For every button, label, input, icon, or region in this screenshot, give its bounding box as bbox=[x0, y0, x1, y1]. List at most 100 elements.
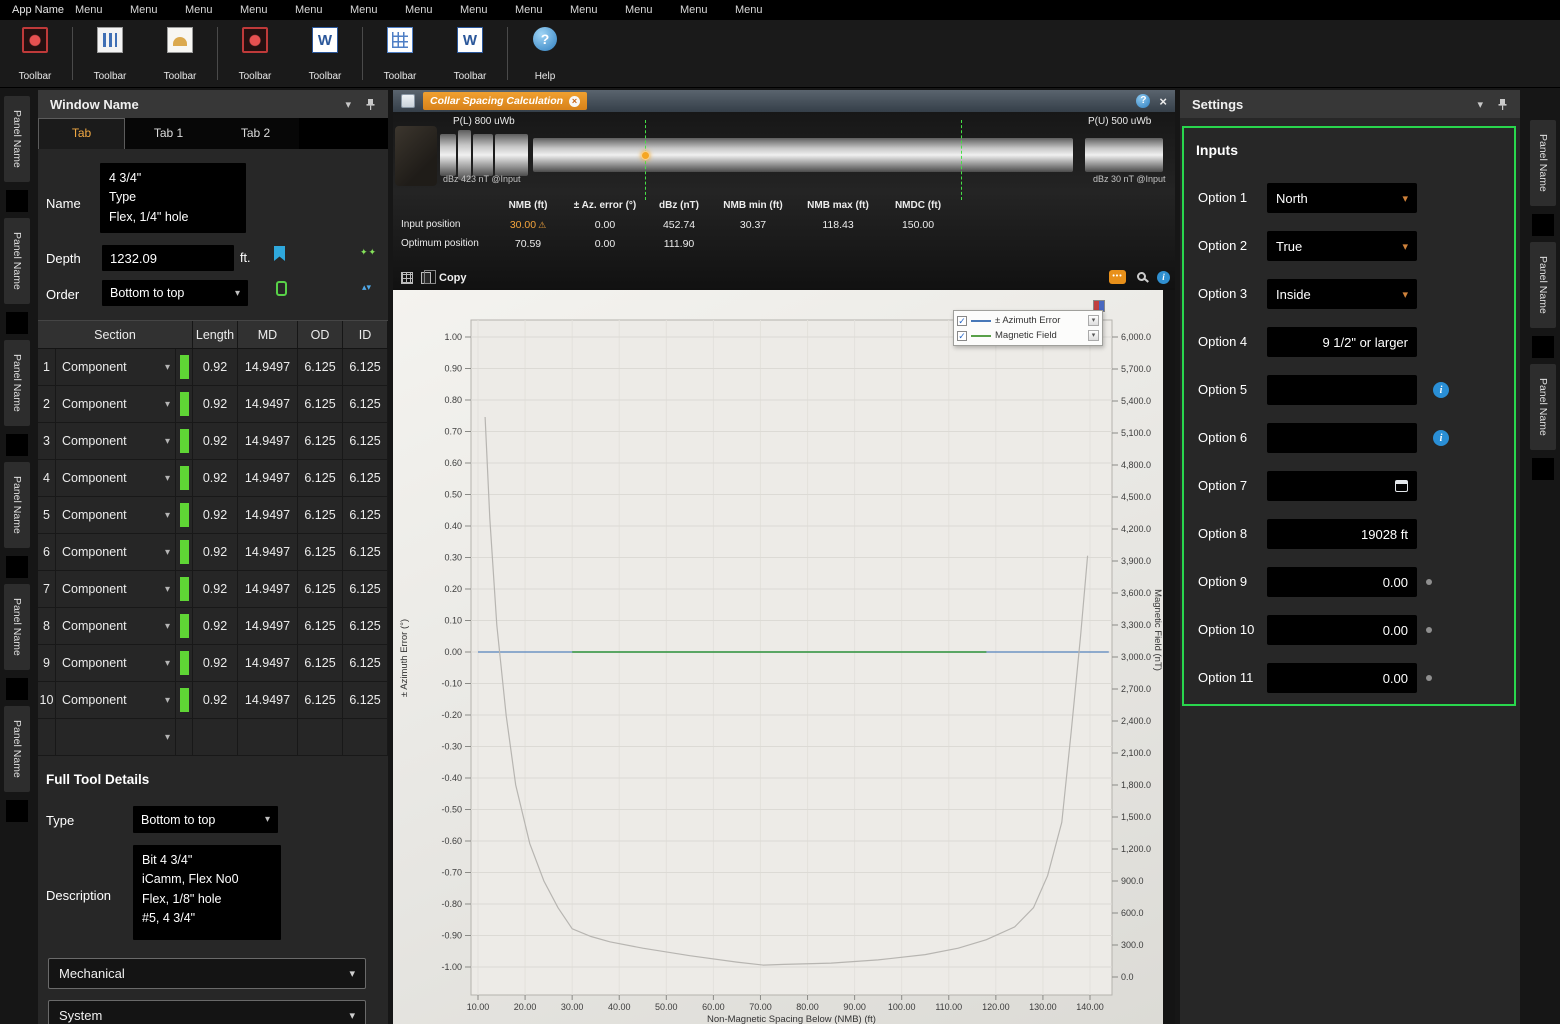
name-field[interactable]: 4 3/4" Type Flex, 1/4" hole bbox=[100, 163, 246, 233]
panel-tab-box[interactable] bbox=[1532, 458, 1554, 480]
section-dropdown[interactable]: Component ▾ bbox=[56, 460, 176, 496]
copy-button[interactable]: Copy bbox=[439, 272, 467, 284]
panel-tab-box[interactable] bbox=[1532, 214, 1554, 236]
type-dropdown[interactable]: Bottom to top ▾ bbox=[133, 806, 278, 833]
info-icon[interactable]: i bbox=[1157, 271, 1170, 284]
close-icon[interactable]: × bbox=[1159, 94, 1167, 109]
section-dropdown[interactable]: Component ▾ bbox=[56, 682, 176, 718]
section-dropdown[interactable]: ▾ bbox=[56, 719, 176, 755]
toolbar-button-app-red[interactable]: Toolbar bbox=[220, 20, 290, 87]
stats-header-row: NMB (ft) ± Az. error (°) dBz (nT) NMB min (… bbox=[401, 196, 961, 215]
input-option-6[interactable] bbox=[1267, 423, 1417, 453]
panel-tab[interactable]: Panel Name bbox=[4, 340, 30, 426]
tab-tab-2[interactable]: Tab 2 bbox=[212, 118, 299, 149]
grid-icon[interactable] bbox=[401, 272, 413, 284]
stats-value: 111.90 bbox=[663, 237, 695, 250]
checkbox-icon[interactable]: ✓ bbox=[957, 330, 967, 341]
panel-tab-box[interactable] bbox=[6, 190, 28, 212]
toolbar-button-dome[interactable]: Toolbar bbox=[145, 20, 215, 87]
panel-tab[interactable]: Panel Name bbox=[4, 706, 30, 792]
input-option-8[interactable]: 19028 ft bbox=[1267, 519, 1417, 549]
menu-item[interactable]: Menu bbox=[130, 4, 185, 16]
pin-icon[interactable] bbox=[1497, 98, 1508, 111]
panel-tab-box[interactable] bbox=[6, 678, 28, 700]
info-icon[interactable]: i bbox=[1433, 430, 1449, 446]
toolbar-button-app-red[interactable]: Toolbar bbox=[0, 20, 70, 87]
section-dropdown[interactable]: Component ▾ bbox=[56, 497, 176, 533]
panel-tab-box[interactable] bbox=[6, 434, 28, 456]
legend-item[interactable]: ✓ ± Azimuth Error ▾ bbox=[957, 313, 1099, 328]
menu-item[interactable]: Menu bbox=[515, 4, 570, 16]
menu-item[interactable]: Menu bbox=[75, 4, 130, 16]
sort-arrows-icon[interactable]: ▴▾ bbox=[362, 282, 371, 293]
device-icon[interactable] bbox=[276, 281, 287, 296]
panel-tab-box[interactable] bbox=[6, 312, 28, 334]
panel-tab[interactable]: Panel Name bbox=[4, 584, 30, 670]
order-dropdown[interactable]: Bottom to top ▾ bbox=[102, 280, 248, 306]
section-dropdown[interactable]: Component ▾ bbox=[56, 571, 176, 607]
section-dropdown[interactable]: Component ▾ bbox=[56, 608, 176, 644]
panel-tab[interactable]: Panel Name bbox=[4, 218, 30, 304]
panel-tab[interactable]: Panel Name bbox=[1530, 120, 1556, 206]
panel-tab-box[interactable] bbox=[6, 800, 28, 822]
menu-item[interactable]: Menu bbox=[570, 4, 625, 16]
menu-item[interactable]: Menu bbox=[625, 4, 680, 16]
input-option-10[interactable]: 0.00 bbox=[1267, 615, 1417, 645]
tab-tab-1[interactable]: Tab 1 bbox=[125, 118, 212, 149]
tab-tab[interactable]: Tab bbox=[38, 118, 125, 149]
toolbar-button-word[interactable]: W Toolbar bbox=[435, 20, 505, 87]
bookmark-icon[interactable] bbox=[274, 246, 285, 261]
zoom-icon[interactable] bbox=[1137, 272, 1146, 281]
panel-tab-box[interactable] bbox=[1532, 336, 1554, 358]
input-option-11[interactable]: 0.00 bbox=[1267, 663, 1417, 693]
comment-icon[interactable]: ••• bbox=[1109, 270, 1126, 284]
depth-input[interactable]: 1232.09 bbox=[102, 245, 234, 271]
section-dropdown[interactable]: Component ▾ bbox=[56, 534, 176, 570]
dropdown-option-2[interactable]: True ▾ bbox=[1267, 231, 1417, 261]
panel-tab[interactable]: Panel Name bbox=[1530, 242, 1556, 328]
pin-icon[interactable] bbox=[365, 98, 376, 111]
chevron-down-icon[interactable]: ▾ bbox=[345, 98, 351, 111]
system-dropdown[interactable]: System ▾ bbox=[48, 1000, 366, 1024]
menu-item[interactable]: Menu bbox=[295, 4, 350, 16]
menu-item[interactable]: Menu bbox=[350, 4, 405, 16]
input-option-4[interactable]: 9 1/2" or larger bbox=[1267, 327, 1417, 357]
dropdown-option-1[interactable]: North ▾ bbox=[1267, 183, 1417, 213]
menu-item[interactable]: Menu bbox=[185, 4, 240, 16]
description-field[interactable]: Bit 4 3/4" iCamm, Flex No0 Flex, 1/8" ho… bbox=[133, 845, 281, 940]
chevron-down-icon[interactable]: ▾ bbox=[1088, 330, 1099, 341]
menu-item[interactable]: Menu bbox=[460, 4, 515, 16]
panel-tab[interactable]: Panel Name bbox=[1530, 364, 1556, 450]
section-dropdown[interactable]: Component ▾ bbox=[56, 349, 176, 385]
panel-tab-box[interactable] bbox=[6, 556, 28, 578]
input-option-5[interactable] bbox=[1267, 375, 1417, 405]
dropdown-option-3[interactable]: Inside ▾ bbox=[1267, 279, 1417, 309]
input-option-9[interactable]: 0.00 bbox=[1267, 567, 1417, 597]
menu-item[interactable]: Menu bbox=[735, 4, 790, 16]
mechanical-dropdown[interactable]: Mechanical ▾ bbox=[48, 958, 366, 989]
calendar-icon[interactable] bbox=[1395, 480, 1408, 492]
toolbar-button-grid[interactable]: Toolbar bbox=[365, 20, 435, 87]
info-icon[interactable]: i bbox=[1433, 382, 1449, 398]
sensor-marker-icon[interactable] bbox=[641, 151, 650, 160]
chevron-down-icon[interactable]: ▾ bbox=[1477, 98, 1483, 111]
help-icon[interactable]: ? bbox=[1136, 94, 1151, 108]
panel-tab[interactable]: Panel Name bbox=[4, 96, 30, 182]
menu-item[interactable]: Menu bbox=[405, 4, 460, 16]
toolbar-button-columns[interactable]: Toolbar bbox=[75, 20, 145, 87]
legend-item[interactable]: ✓ Magnetic Field ▾ bbox=[957, 328, 1099, 343]
toolbar-button-word[interactable]: W Toolbar bbox=[290, 20, 360, 87]
toolbar-button-help[interactable]: ? Help bbox=[510, 20, 580, 87]
checkbox-icon[interactable]: ✓ bbox=[957, 315, 967, 326]
menu-item[interactable]: Menu bbox=[680, 4, 735, 16]
panel-tab[interactable]: Panel Name bbox=[4, 462, 30, 548]
input-option-7[interactable] bbox=[1267, 471, 1417, 501]
close-tab-icon[interactable]: × bbox=[569, 95, 581, 107]
section-dropdown[interactable]: Component ▾ bbox=[56, 386, 176, 422]
section-dropdown[interactable]: Component ▾ bbox=[56, 645, 176, 681]
menu-item[interactable]: Menu bbox=[240, 4, 295, 16]
chevron-down-icon[interactable]: ▾ bbox=[1088, 315, 1099, 326]
section-dropdown[interactable]: Component ▾ bbox=[56, 423, 176, 459]
document-tab[interactable]: Collar Spacing Calculation × bbox=[423, 92, 588, 110]
copy-icon[interactable] bbox=[421, 270, 436, 284]
